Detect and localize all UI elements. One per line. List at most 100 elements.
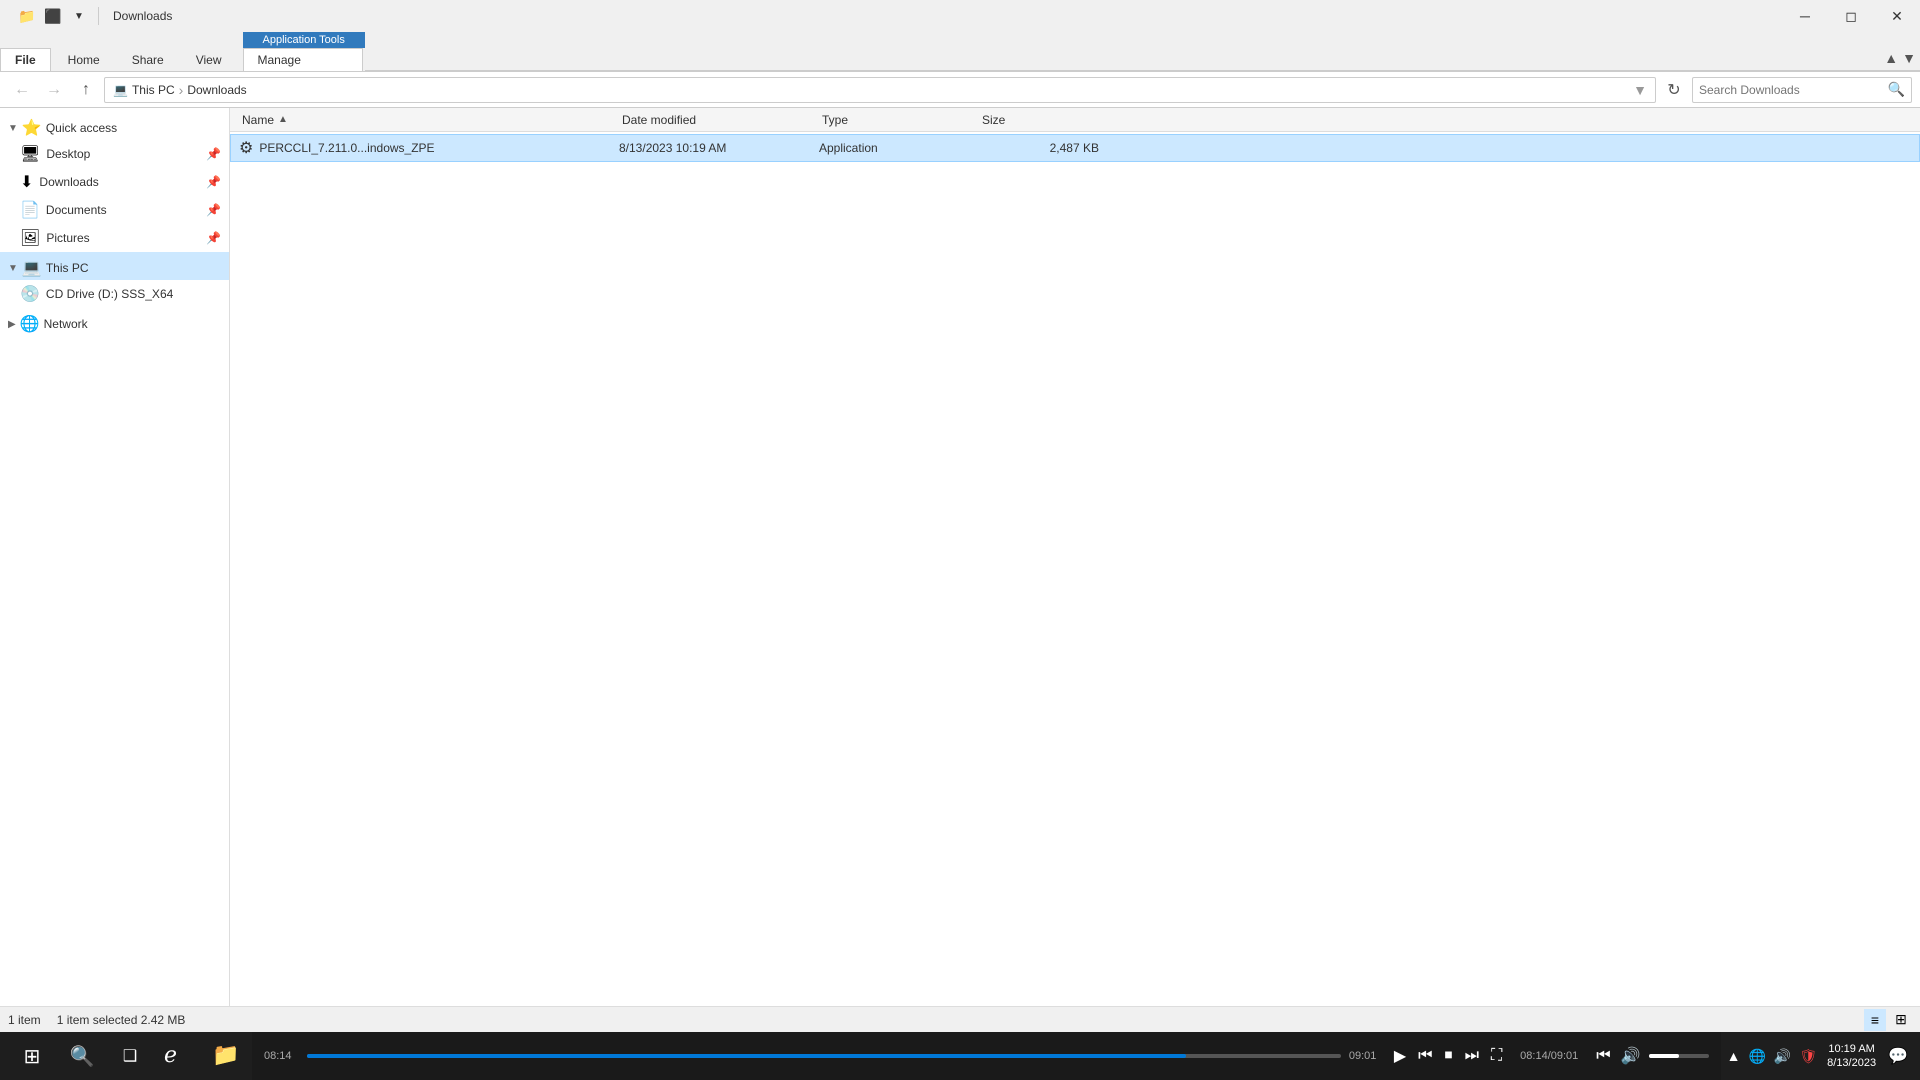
details-view-btn[interactable]: ≡ bbox=[1864, 1009, 1886, 1031]
quick-access-toolbar: 📁 ⬛ ▼ bbox=[8, 5, 111, 27]
sidebar-item-documents[interactable]: 📄 Documents 📌 bbox=[0, 196, 229, 224]
taskbar: ⊞ 🔍 ❑ ℯ 📁 08:14 09:01 ▶ ⏮ ⏹ ⏭ ⛶ 08:14/09… bbox=[0, 1032, 1920, 1080]
window-controls: ─ ◻ ✕ bbox=[1782, 0, 1920, 32]
ribbon: File Home Share View Application Tools M… bbox=[0, 32, 1920, 72]
title-bar: 📁 ⬛ ▼ Downloads ─ ◻ ✕ bbox=[0, 0, 1920, 32]
quick-access-icon: ⭐ bbox=[22, 118, 42, 138]
security-tray-icon[interactable]: 🛡 bbox=[1797, 1046, 1819, 1067]
media-time-start: 08:14 bbox=[264, 1050, 299, 1062]
media-prev-btn[interactable]: ⏮ bbox=[1416, 1045, 1434, 1067]
volume-fill bbox=[1649, 1054, 1679, 1058]
spacer bbox=[0, 36, 239, 48]
qat-properties-btn[interactable]: ⬛ bbox=[42, 5, 64, 27]
documents-pin-icon: 📌 bbox=[206, 203, 221, 217]
refresh-button[interactable]: ↻ bbox=[1660, 76, 1688, 104]
file-cell-date: 8/13/2023 10:19 AM bbox=[619, 141, 819, 155]
address-part-1: This PC bbox=[132, 83, 175, 97]
normal-tabs: File Home Share View bbox=[0, 36, 239, 71]
media-prev2-btn[interactable]: ⏮ bbox=[1594, 1045, 1612, 1067]
minimize-button[interactable]: ─ bbox=[1782, 0, 1828, 32]
tab-share[interactable]: Share bbox=[117, 48, 179, 71]
tray-expand-btn[interactable]: ▲ bbox=[1725, 1046, 1743, 1066]
close-button[interactable]: ✕ bbox=[1874, 0, 1920, 32]
media-play-btn[interactable]: ▶ bbox=[1392, 1044, 1408, 1068]
sidebar-label-documents: Documents bbox=[46, 203, 200, 217]
sidebar: ▼ ⭐ Quick access 🖥 Desktop 📌 ⬇ Downloads… bbox=[0, 108, 230, 1006]
address-icon: 💻 bbox=[113, 83, 128, 97]
sidebar-section-network[interactable]: ▶ 🌐 Network bbox=[0, 308, 229, 336]
ribbon-collapse-btns: ▲ ▼ bbox=[1880, 46, 1920, 71]
tab-spacer bbox=[365, 70, 1880, 71]
col-name-label: Name bbox=[242, 113, 274, 127]
sidebar-item-desktop[interactable]: 🖥 Desktop 📌 bbox=[0, 140, 229, 168]
this-pc-icon: 💻 bbox=[22, 258, 42, 278]
cd-drive-icon: 💿 bbox=[20, 284, 40, 304]
status-selection: 1 item selected 2.42 MB bbox=[57, 1013, 186, 1027]
sidebar-item-downloads[interactable]: ⬇ Downloads 📌 bbox=[0, 168, 229, 196]
notification-button[interactable]: 💬 bbox=[1884, 1042, 1912, 1070]
address-path[interactable]: 💻 This PC › Downloads ▼ bbox=[104, 77, 1656, 103]
back-button[interactable]: ← bbox=[8, 76, 36, 104]
clock-time: 10:19 AM bbox=[1827, 1042, 1876, 1056]
context-tab-group: Application Tools Manage bbox=[243, 32, 365, 71]
forward-button[interactable]: → bbox=[40, 76, 68, 104]
task-view-button[interactable]: ❑ bbox=[108, 1034, 152, 1078]
sidebar-section-this-pc[interactable]: ▼ 💻 This PC bbox=[0, 252, 229, 280]
taskbar-explorer[interactable]: 📁 bbox=[204, 1034, 248, 1078]
taskbar-right: ▲ 🌐 🔊 🛡 10:19 AM 8/13/2023 💬 bbox=[1725, 1042, 1912, 1071]
qat-folder-btn[interactable]: 📁 bbox=[16, 5, 38, 27]
sidebar-label-network: Network bbox=[44, 317, 221, 331]
start-button[interactable]: ⊞ bbox=[8, 1032, 56, 1080]
desktop-icon: 🖥 bbox=[20, 144, 40, 164]
media-fullscreen-btn[interactable]: ⛶ bbox=[1489, 1045, 1504, 1067]
col-header-name[interactable]: Name ▲ bbox=[238, 108, 618, 131]
media-stop-btn[interactable]: ⏹ bbox=[1443, 1045, 1455, 1067]
volume-icon[interactable]: 🔊 bbox=[1621, 1046, 1641, 1066]
col-header-type[interactable]: Type bbox=[818, 108, 978, 131]
tab-file[interactable]: File bbox=[0, 48, 51, 71]
media-next-btn[interactable]: ⏭ bbox=[1463, 1045, 1481, 1067]
pictures-icon: 🖼 bbox=[20, 228, 40, 248]
search-input[interactable] bbox=[1699, 83, 1884, 97]
documents-icon: 📄 bbox=[20, 200, 40, 220]
sidebar-section-quick-access[interactable]: ▼ ⭐ Quick access bbox=[0, 112, 229, 140]
ribbon-collapse-btn[interactable]: ▲ bbox=[1884, 50, 1898, 66]
search-icon[interactable]: 🔍 bbox=[1888, 81, 1905, 98]
tab-home[interactable]: Home bbox=[53, 48, 115, 71]
col-header-size[interactable]: Size bbox=[978, 108, 1098, 131]
status-left: 1 item 1 item selected 2.42 MB bbox=[8, 1013, 185, 1027]
sort-asc-icon: ▲ bbox=[278, 114, 288, 125]
network-tray-icon[interactable]: 🌐 bbox=[1746, 1046, 1767, 1067]
sidebar-label-pictures: Pictures bbox=[46, 231, 200, 245]
media-player: 08:14 09:01 ▶ ⏮ ⏹ ⏭ ⛶ 08:14/09:01 ⏮ 🔊 bbox=[252, 1032, 1721, 1080]
volume-tray-icon[interactable]: 🔊 bbox=[1772, 1046, 1793, 1067]
ribbon-expand-btn[interactable]: ▼ bbox=[1902, 50, 1916, 66]
media-progress-bar[interactable] bbox=[307, 1054, 1341, 1058]
address-part-2: Downloads bbox=[187, 83, 246, 97]
window-title: Downloads bbox=[113, 9, 172, 23]
qat-dropdown-btn[interactable]: ▼ bbox=[68, 5, 90, 27]
tab-manage[interactable]: Manage bbox=[243, 48, 363, 71]
large-icons-view-btn[interactable]: ⊞ bbox=[1890, 1009, 1912, 1031]
expand-this-pc-icon: ▼ bbox=[8, 263, 18, 274]
file-cell-name: ⚙ PERCCLI_7.211.0...indows_ZPE bbox=[239, 138, 619, 158]
sidebar-label-quick-access: Quick access bbox=[46, 121, 221, 135]
address-dropdown[interactable]: ▼ bbox=[1633, 82, 1647, 98]
file-list: ⚙ PERCCLI_7.211.0...indows_ZPE 8/13/2023… bbox=[230, 132, 1920, 1006]
col-header-date[interactable]: Date modified bbox=[618, 108, 818, 131]
system-clock[interactable]: 10:19 AM 8/13/2023 bbox=[1823, 1042, 1880, 1071]
clock-date: 8/13/2023 bbox=[1827, 1056, 1876, 1070]
volume-slider[interactable] bbox=[1649, 1054, 1709, 1058]
expand-quick-access-icon: ▼ bbox=[8, 123, 18, 134]
status-bar: 1 item 1 item selected 2.42 MB ≡ ⊞ bbox=[0, 1006, 1920, 1032]
search-button[interactable]: 🔍 bbox=[60, 1034, 104, 1078]
file-row-perccli[interactable]: ⚙ PERCCLI_7.211.0...indows_ZPE 8/13/2023… bbox=[230, 134, 1920, 162]
up-button[interactable]: ↑ bbox=[72, 76, 100, 104]
search-box: 🔍 bbox=[1692, 77, 1912, 103]
sidebar-item-pictures[interactable]: 🖼 Pictures 📌 bbox=[0, 224, 229, 252]
maximize-button[interactable]: ◻ bbox=[1828, 0, 1874, 32]
taskbar-ie[interactable]: ℯ bbox=[156, 1034, 200, 1078]
main-container: ▼ ⭐ Quick access 🖥 Desktop 📌 ⬇ Downloads… bbox=[0, 108, 1920, 1006]
sidebar-item-cd-drive[interactable]: 💿 CD Drive (D:) SSS_X64 bbox=[0, 280, 229, 308]
tab-view[interactable]: View bbox=[181, 48, 237, 71]
